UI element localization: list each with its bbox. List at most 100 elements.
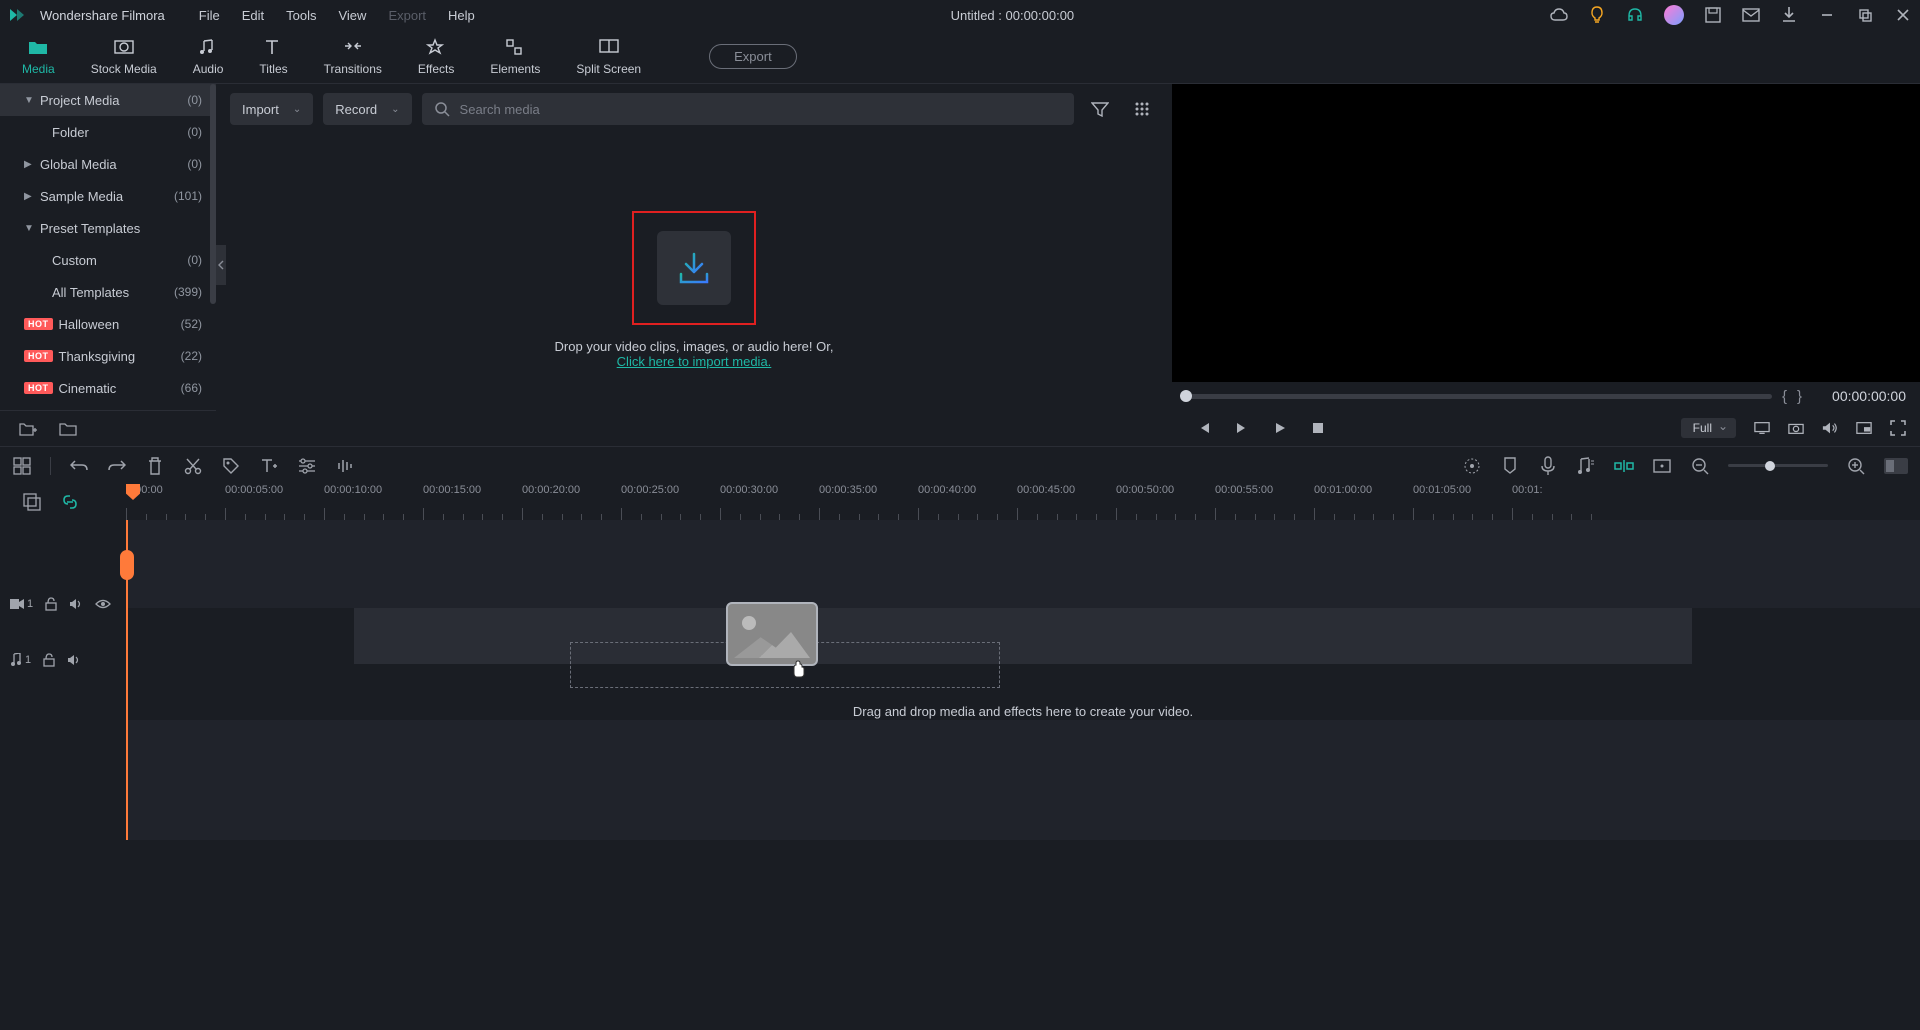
menu-help[interactable]: Help xyxy=(448,8,475,23)
scrub-track[interactable] xyxy=(1186,394,1772,399)
render-icon[interactable] xyxy=(1462,456,1482,476)
user-avatar[interactable] xyxy=(1664,5,1684,25)
sidebar-item-thanksgiving[interactable]: HOTThanksgiving(22) xyxy=(0,340,216,372)
lightbulb-icon[interactable] xyxy=(1588,6,1606,24)
lock-icon[interactable] xyxy=(45,597,57,611)
tab-audio[interactable]: Audio xyxy=(175,32,242,82)
pip-icon[interactable] xyxy=(1856,420,1872,436)
snapshot-icon[interactable] xyxy=(1788,420,1804,436)
mute-icon[interactable] xyxy=(67,654,81,666)
voiceover-icon[interactable] xyxy=(1538,456,1558,476)
sidebar-item-project-media[interactable]: ▼Project Media(0) xyxy=(0,84,216,116)
media-drop-area[interactable]: Drop your video clips, images, or audio … xyxy=(216,134,1172,446)
sidebar-item-sample-media[interactable]: ▶Sample Media(101) xyxy=(0,180,216,212)
fullscreen-icon[interactable] xyxy=(1890,420,1906,436)
lock-icon[interactable] xyxy=(43,653,55,667)
cut-icon[interactable] xyxy=(183,456,203,476)
cloud-icon[interactable] xyxy=(1550,6,1568,24)
menu-tools[interactable]: Tools xyxy=(286,8,316,23)
tab-transitions[interactable]: Transitions xyxy=(306,32,400,82)
project-title: Untitled : 00:00:00:00 xyxy=(475,8,1550,23)
tracks-canvas[interactable]: Drag and drop media and effects here to … xyxy=(126,520,1920,840)
scrub-thumb[interactable] xyxy=(1180,390,1192,402)
redo-icon[interactable] xyxy=(107,456,127,476)
zoom-slider[interactable] xyxy=(1728,464,1828,467)
ruler-label: 00:00:45:00 xyxy=(1017,484,1075,496)
audio-edit-icon[interactable] xyxy=(335,456,355,476)
timeline-drop-zone[interactable] xyxy=(354,608,1692,664)
maximize-icon[interactable] xyxy=(1856,6,1874,24)
layout-icon[interactable] xyxy=(12,456,32,476)
tab-split-screen[interactable]: Split Screen xyxy=(558,32,659,82)
filter-icon[interactable] xyxy=(1084,93,1116,125)
sidebar-item-preset-templates[interactable]: ▼Preset Templates xyxy=(0,212,216,244)
zoom-out-icon[interactable] xyxy=(1690,456,1710,476)
tag-icon[interactable] xyxy=(221,456,241,476)
mark-in-icon[interactable]: { xyxy=(1782,388,1787,405)
tab-stock-media[interactable]: Stock Media xyxy=(73,32,175,82)
save-icon[interactable] xyxy=(1704,6,1722,24)
prev-frame-icon[interactable] xyxy=(1196,420,1212,436)
mail-icon[interactable] xyxy=(1742,6,1760,24)
auto-ripple-icon[interactable] xyxy=(1614,456,1634,476)
import-dropdown[interactable]: Import⌄ xyxy=(230,93,313,125)
sidebar-item-global-media[interactable]: ▶Global Media(0) xyxy=(0,148,216,180)
display-icon[interactable] xyxy=(1754,420,1770,436)
zoom-thumb[interactable] xyxy=(1765,461,1775,471)
zoom-fit-icon[interactable] xyxy=(1884,458,1908,474)
headset-icon[interactable] xyxy=(1626,6,1644,24)
crop-icon[interactable] xyxy=(1652,456,1672,476)
ruler-row: 0:00:0000:00:05:0000:00:10:0000:00:15:00… xyxy=(0,484,1920,520)
hot-badge: HOT xyxy=(24,382,53,394)
quality-dropdown[interactable]: Full xyxy=(1681,418,1736,438)
marker-icon[interactable] xyxy=(1500,456,1520,476)
sidebar-item-folder[interactable]: Folder(0) xyxy=(0,116,216,148)
volume-icon[interactable] xyxy=(1822,420,1838,436)
play-icon[interactable] xyxy=(1272,420,1288,436)
audio-track-header[interactable]: 1 xyxy=(0,632,126,688)
search-media-box[interactable] xyxy=(422,93,1074,125)
close-icon[interactable] xyxy=(1894,6,1912,24)
download-icon[interactable] xyxy=(1780,6,1798,24)
menu-file[interactable]: File xyxy=(199,8,220,23)
open-folder-icon[interactable] xyxy=(58,419,78,439)
zoom-in-icon[interactable] xyxy=(1846,456,1866,476)
sidebar-label: Custom xyxy=(52,253,187,268)
minimize-icon[interactable] xyxy=(1818,6,1836,24)
sidebar-item-cinematic[interactable]: HOTCinematic(66) xyxy=(0,372,216,404)
tab-titles[interactable]: Titles xyxy=(241,32,305,82)
stop-icon[interactable] xyxy=(1310,420,1326,436)
next-frame-icon[interactable] xyxy=(1234,420,1250,436)
link-icon[interactable] xyxy=(60,492,80,512)
visible-icon[interactable] xyxy=(95,599,111,609)
mute-icon[interactable] xyxy=(69,598,83,610)
sidebar-item-custom[interactable]: Custom(0) xyxy=(0,244,216,276)
record-dropdown[interactable]: Record⌄ xyxy=(323,93,411,125)
mark-out-icon[interactable]: } xyxy=(1797,388,1802,405)
playhead-grip[interactable] xyxy=(120,550,134,580)
menu-edit[interactable]: Edit xyxy=(242,8,264,23)
ruler-label: 00:00:40:00 xyxy=(918,484,976,496)
sidebar-collapse-handle[interactable] xyxy=(216,245,226,285)
timeline-ruler[interactable]: 0:00:0000:00:05:0000:00:10:0000:00:15:00… xyxy=(126,484,1920,520)
add-text-icon[interactable] xyxy=(259,456,279,476)
tab-elements[interactable]: Elements xyxy=(472,32,558,82)
tab-media[interactable]: Media xyxy=(4,32,73,82)
export-button[interactable]: Export xyxy=(709,44,797,69)
sidebar-item-all-templates[interactable]: All Templates(399) xyxy=(0,276,216,308)
undo-icon[interactable] xyxy=(69,456,89,476)
video-track-header[interactable]: 1 xyxy=(0,576,126,632)
grid-view-icon[interactable] xyxy=(1126,93,1158,125)
search-input[interactable] xyxy=(460,102,1062,117)
audio-mixer-icon[interactable] xyxy=(1576,456,1596,476)
track-manager-icon[interactable] xyxy=(22,492,42,512)
menu-view[interactable]: View xyxy=(338,8,366,23)
new-folder-icon[interactable] xyxy=(18,419,38,439)
tab-effects[interactable]: Effects xyxy=(400,32,472,82)
delete-icon[interactable] xyxy=(145,456,165,476)
import-link[interactable]: Click here to import media. xyxy=(617,354,772,369)
sidebar-item-halloween[interactable]: HOTHalloween(52) xyxy=(0,308,216,340)
adjust-icon[interactable] xyxy=(297,456,317,476)
ruler-ticks: 0:00:0000:00:05:0000:00:10:0000:00:15:00… xyxy=(126,484,1920,520)
import-drop-box[interactable] xyxy=(632,211,756,325)
